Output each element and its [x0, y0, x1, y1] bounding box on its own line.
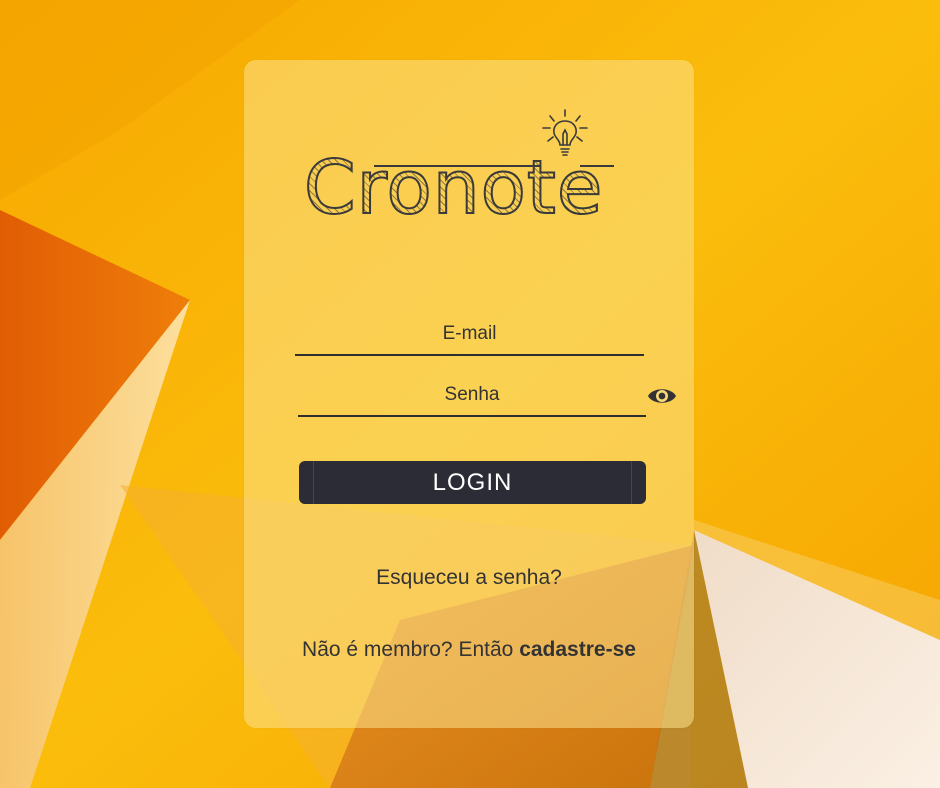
email-input[interactable]: [295, 314, 644, 354]
login-card: Cronote LOGIN Esqueceu a senha? Não é me…: [244, 60, 694, 728]
eye-icon[interactable]: [647, 384, 677, 408]
login-button-label: LOGIN: [432, 468, 513, 496]
login-button[interactable]: LOGIN: [299, 461, 646, 504]
forgot-password-link[interactable]: Esqueceu a senha?: [244, 566, 694, 590]
brand-logo: Cronote: [303, 108, 634, 229]
email-field[interactable]: [295, 314, 644, 356]
button-edge-right: [631, 461, 632, 504]
signup-link[interactable]: cadastre-se: [519, 638, 636, 661]
password-field[interactable]: [298, 375, 646, 417]
button-edge-left: [313, 461, 314, 504]
logo-wordmark: Cronote: [303, 147, 634, 229]
signup-prompt: Não é membro? Então cadastre-se: [244, 638, 694, 662]
password-input[interactable]: [298, 375, 646, 415]
signup-prompt-text: Não é membro? Então: [302, 638, 514, 661]
